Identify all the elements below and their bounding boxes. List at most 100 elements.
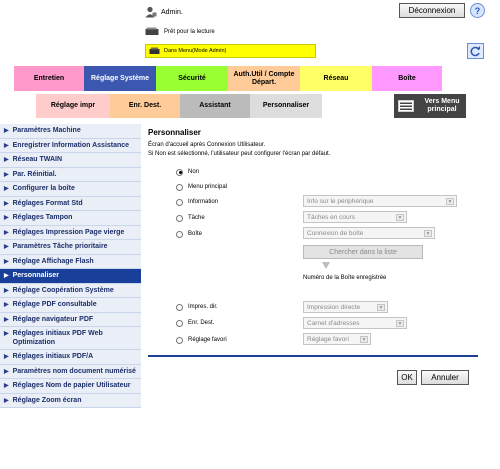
arrow-right-icon: ▶ xyxy=(4,354,9,360)
tab-label: Vers Menu principal xyxy=(424,98,460,113)
arrow-right-icon: ▶ xyxy=(4,302,9,308)
sidebar-item-tache-prioritaire[interactable]: ▶ Paramètres Tâche prioritaire xyxy=(0,240,141,255)
radio-button[interactable] xyxy=(176,183,183,191)
refresh-button[interactable] xyxy=(467,43,484,59)
tab-securite[interactable]: Sécurité xyxy=(156,66,228,91)
option-menu-principal[interactable]: Menu principal xyxy=(176,182,227,192)
reglage-favori-select[interactable]: Réglage favori ▼ xyxy=(303,333,371,345)
search-list-button[interactable]: Chercher dans la liste xyxy=(303,245,423,259)
printer-icon xyxy=(149,47,160,54)
arrow-right-icon: ▶ xyxy=(4,273,9,279)
option-non[interactable]: Non xyxy=(176,167,199,177)
sidebar-item-nom-document[interactable]: ▶ Paramètres nom document numérisé xyxy=(0,364,141,379)
sidebar-item-parametres-machine[interactable]: ▶ Paramètres Machine xyxy=(0,124,141,139)
option-tache[interactable]: Tâche xyxy=(176,213,205,223)
select-value: Info sur le périphérique xyxy=(307,197,374,205)
radio-button[interactable] xyxy=(176,168,183,176)
refresh-icon xyxy=(470,45,480,56)
scanner-icon xyxy=(145,27,159,35)
sidebar-item-cooperation-systeme[interactable]: ▶ Réglage Coopération Système xyxy=(0,283,141,298)
sidebar-item-reseau-twain[interactable]: ▶ Réseau TWAIN xyxy=(0,153,141,168)
radio-button[interactable] xyxy=(176,230,183,238)
tab-reseau[interactable]: Réseau xyxy=(300,66,372,91)
tab-reglage-impr[interactable]: Réglage impr xyxy=(36,94,110,118)
sidebar-item-page-vierge[interactable]: ▶ Réglages Impression Page vierge xyxy=(0,225,141,240)
sidebar-item-label: Réglage PDF consultable xyxy=(12,301,97,308)
sidebar-item-par-reinitial[interactable]: ▶ Par. Réinitial. xyxy=(0,167,141,182)
arrow-right-icon: ▶ xyxy=(4,368,9,375)
help-icon[interactable]: ? xyxy=(470,3,485,18)
tab-entretien[interactable]: Entretien xyxy=(14,66,84,91)
menu-icon xyxy=(398,100,414,112)
tab-assistant[interactable]: Assistant xyxy=(180,94,250,118)
tab-auth-util[interactable]: Auth.Util / Compte Départ. xyxy=(228,66,300,91)
sidebar-item-label: Réseau TWAIN xyxy=(12,156,63,163)
impres-dir-select[interactable]: Impression directe ▼ xyxy=(303,301,388,313)
radio-button[interactable] xyxy=(176,319,183,327)
sidebar-item-enregistrer-assistance[interactable]: ▶ Enregistrer Information Assistance xyxy=(0,138,141,153)
sidebar-item-format-std[interactable]: ▶ Réglages Format Std xyxy=(0,196,141,211)
sidebar-item-label: Réglages Impression Page vierge xyxy=(12,228,125,236)
arrow-right-icon: ▶ xyxy=(4,316,9,323)
radio-button[interactable] xyxy=(176,303,183,311)
sidebar-item-pdf-consultable[interactable]: ▶ Réglage PDF consultable xyxy=(0,298,141,313)
sidebar-item-navigateur-pdf[interactable]: ▶ Réglage navigateur PDF xyxy=(0,312,141,327)
enr-dest-select[interactable]: Carnet d'adresses ▼ xyxy=(303,317,407,329)
chevron-down-icon: ▼ xyxy=(424,230,432,237)
sidebar-item-personnaliser[interactable]: ▶ Personnaliser xyxy=(0,269,141,284)
sidebar-item-label: Enregistrer Information Assistance xyxy=(12,141,130,149)
option-impres-dir[interactable]: Impres. dir. xyxy=(176,302,218,312)
option-boite[interactable]: Boîte xyxy=(176,229,202,239)
sidebar-item-affichage-flash[interactable]: ▶ Réglage Affichage Flash xyxy=(0,254,141,269)
main-menu-button[interactable]: Vers Menu principal xyxy=(394,94,466,118)
option-label: Non xyxy=(188,169,200,175)
radio-button[interactable] xyxy=(176,198,183,206)
sidebar-item-zoom-ecran[interactable]: ▶ Réglage Zoom écran xyxy=(0,393,141,408)
ok-button[interactable]: OK xyxy=(397,370,417,385)
tab-reglage-systeme[interactable]: Réglage Système xyxy=(84,66,156,91)
sidebar-item-label: Réglages Format Std xyxy=(12,199,83,207)
tab-boite[interactable]: Boîte xyxy=(372,66,442,91)
sidebar-item-label: Réglage Coopération Système xyxy=(12,286,114,294)
option-information[interactable]: Information xyxy=(176,197,218,207)
arrow-right-icon: ▶ xyxy=(4,397,9,404)
option-reglage-favori[interactable]: Réglage favori xyxy=(176,335,227,345)
option-label: Réglage favori xyxy=(188,337,227,343)
tab-enr-dest[interactable]: Enr. Dest. xyxy=(110,94,180,118)
tache-select[interactable]: Tâches en cours ▼ xyxy=(303,211,407,223)
status-text: Prêt pour la lecture xyxy=(164,28,215,35)
sidebar-item-pdf-web[interactable]: ▶ Réglages initiaux PDF Web Optimization xyxy=(0,327,141,350)
chevron-down-icon: ▼ xyxy=(377,304,385,311)
admin-mode-text: Dans Menu(Mode Admin) xyxy=(164,48,227,54)
tab-personnaliser[interactable]: Personnaliser xyxy=(250,94,322,118)
boite-select[interactable]: Connexion de boîte ▼ xyxy=(303,227,435,239)
radio-button[interactable] xyxy=(176,214,183,222)
sidebar-item-nom-papier[interactable]: ▶ Réglages Nom de papier Utilisateur xyxy=(0,379,141,394)
cancel-button[interactable]: Annuler xyxy=(421,370,469,385)
sidebar-item-label: Réglages Nom de papier Utilisateur xyxy=(12,382,131,389)
tab-label: Sécurité xyxy=(178,74,206,82)
tab-label: Réseau xyxy=(323,74,349,82)
select-value: Réglage favori xyxy=(307,335,349,343)
sidebar-item-label: Paramètres Machine xyxy=(12,127,81,134)
option-label: Tâche xyxy=(188,215,205,221)
sidebar-item-label: Réglages initiaux PDF/A xyxy=(12,353,94,360)
sidebar-item-configurer-boite[interactable]: ▶ Configurer la boîte xyxy=(0,182,141,197)
sidebar-item-label: Réglage navigateur PDF xyxy=(12,315,94,323)
radio-button[interactable] xyxy=(176,336,183,344)
arrow-right-icon: ▶ xyxy=(4,186,9,192)
information-select[interactable]: Info sur le périphérique ▼ xyxy=(303,195,457,207)
option-label: Menu principal xyxy=(188,184,228,190)
option-enr-dest[interactable]: Enr. Dest. xyxy=(176,318,214,328)
arrow-right-icon: ▶ xyxy=(4,383,9,389)
sidebar-item-tampon[interactable]: ▶ Réglages Tampon xyxy=(0,211,141,226)
description-line-1: Écran d'accueil après Connexion Utilisat… xyxy=(148,142,266,148)
logout-button[interactable]: Déconnexion xyxy=(399,3,465,18)
sidebar-item-pdf-a[interactable]: ▶ Réglages initiaux PDF/A xyxy=(0,350,141,365)
select-value: Carnet d'adresses xyxy=(307,319,360,327)
arrow-right-icon: ▶ xyxy=(4,171,9,178)
sidebar-item-label: Personnaliser xyxy=(12,272,59,279)
box-number-label: Numéro de la Boîte enregistrée xyxy=(303,275,387,281)
admin-label: Admin. xyxy=(161,8,183,16)
sidebar-item-label: Paramètres nom document numérisé xyxy=(12,367,136,375)
